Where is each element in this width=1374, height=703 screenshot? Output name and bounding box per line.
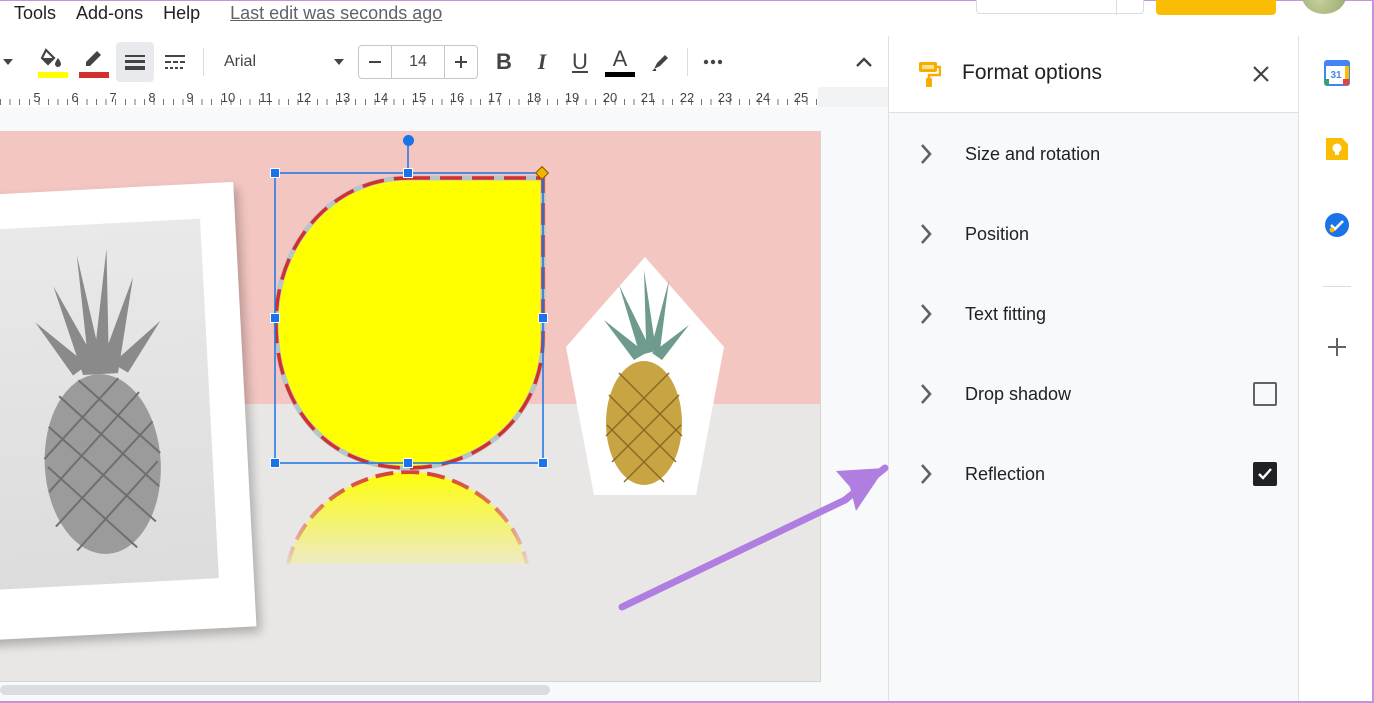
- caret-down-icon: [3, 59, 13, 65]
- highlight-color-button[interactable]: [646, 38, 676, 86]
- ruler-label: 24: [755, 90, 771, 105]
- minus-icon: [369, 61, 381, 63]
- line-dash-icon: [165, 55, 185, 69]
- font-size-stepper: 14: [358, 45, 478, 79]
- font-name: Arial: [224, 53, 257, 70]
- toolbar-overflow-left-caret[interactable]: [0, 38, 16, 86]
- text-color-button[interactable]: A: [603, 38, 637, 86]
- ruler-ticks: [0, 99, 818, 105]
- menu-add-ons[interactable]: Add-ons: [76, 3, 143, 24]
- close-icon: [1253, 66, 1269, 82]
- ruler-label: 17: [487, 90, 503, 105]
- menu-tools[interactable]: Tools: [14, 3, 56, 24]
- chevron-right-icon: [921, 144, 932, 164]
- paint-roller-icon: [919, 62, 941, 87]
- collapse-toolbar-button[interactable]: [850, 38, 878, 86]
- section-label: Drop shadow: [965, 383, 1072, 404]
- ruler-label: 8: [148, 90, 156, 105]
- border-dash-button[interactable]: [158, 38, 192, 86]
- chevron-right-icon: [921, 384, 932, 404]
- section-text-fitting[interactable]: Text fitting: [889, 284, 1299, 344]
- border-color-button[interactable]: [77, 38, 111, 86]
- section-label: Reflection: [965, 463, 1046, 484]
- line-weight-icon: [125, 55, 145, 70]
- ruler-label: 21: [640, 90, 656, 105]
- font-size-input[interactable]: 14: [391, 46, 445, 78]
- font-select[interactable]: Arial: [214, 46, 352, 78]
- format-options-panel: Format options Size and rotation Positio…: [888, 36, 1299, 703]
- toolbar-divider: [687, 48, 688, 76]
- text-color-swatch: [605, 71, 635, 77]
- section-position[interactable]: Position: [889, 204, 1299, 264]
- drop-shadow-checkbox[interactable]: [1253, 382, 1277, 406]
- fill-color-button[interactable]: [36, 38, 70, 86]
- present-button[interactable]: [976, 0, 1144, 15]
- ruler-label: 16: [449, 90, 465, 105]
- ruler-label: 25: [793, 90, 809, 105]
- section-label: Position: [965, 223, 1030, 244]
- checkmark-icon: [1258, 468, 1272, 480]
- toolbar-divider: [203, 48, 204, 76]
- reflection-checkbox[interactable]: [1253, 462, 1277, 486]
- share-button[interactable]: [1156, 0, 1276, 15]
- horizontal-scrollbar[interactable]: [0, 685, 550, 695]
- panel-title: Format options: [962, 61, 1103, 84]
- side-panel-rail: 31: [1298, 36, 1374, 703]
- section-drop-shadow[interactable]: Drop shadow: [889, 364, 1299, 424]
- toolbar: Arial 14 B I U A: [0, 38, 888, 86]
- annotation-arrow: [618, 464, 889, 611]
- section-size-and-rotation[interactable]: Size and rotation: [889, 124, 1299, 184]
- panel-header: Format options: [889, 36, 1299, 113]
- horizontal-ruler[interactable]: 5 6 7 8 9 10 11 12 13 14 15 16 17 18 19 …: [0, 87, 888, 107]
- ruler-label: 19: [564, 90, 580, 105]
- add-icon[interactable]: [1324, 334, 1350, 360]
- ruler-label: 11: [259, 90, 273, 105]
- section-label: Text fitting: [965, 303, 1047, 324]
- more-options-button[interactable]: [698, 38, 728, 86]
- menu-help[interactable]: Help: [163, 3, 200, 24]
- calendar-day: 31: [1330, 70, 1342, 81]
- section-reflection[interactable]: Reflection: [889, 444, 1299, 504]
- ruler-track: 5 6 7 8 9 10 11 12 13 14 15 16 17 18 19 …: [0, 87, 818, 107]
- keep-icon[interactable]: [1324, 136, 1350, 162]
- rail-divider: [1323, 286, 1351, 287]
- account-avatar[interactable]: [1302, 0, 1346, 14]
- ruler-label: 9: [186, 90, 194, 105]
- chevron-right-icon: [921, 464, 932, 484]
- ruler-label: 10: [220, 90, 236, 105]
- close-panel-button[interactable]: [1249, 62, 1273, 86]
- ruler-label: 13: [335, 90, 351, 105]
- chevron-down-icon: [334, 59, 344, 65]
- calendar-icon[interactable]: 31: [1324, 60, 1350, 86]
- chevron-right-icon: [921, 224, 932, 244]
- section-label: Size and rotation: [965, 143, 1101, 164]
- decrease-font-size-button[interactable]: [359, 46, 391, 78]
- text-color-letter: A: [612, 45, 628, 71]
- border-weight-button[interactable]: [116, 42, 154, 82]
- bold-button[interactable]: B: [490, 38, 518, 86]
- more-horizontal-icon: [703, 59, 723, 65]
- ruler-label: 6: [71, 90, 79, 105]
- ruler-label: 20: [602, 90, 618, 105]
- paint-bucket-icon: [38, 48, 68, 78]
- last-edit-link[interactable]: Last edit was seconds ago: [230, 3, 442, 24]
- ruler-label: 14: [373, 90, 389, 105]
- ruler-label: 23: [717, 90, 733, 105]
- ruler-label: 15: [411, 90, 427, 105]
- underline-button[interactable]: U: [566, 38, 594, 86]
- plus-icon: [455, 56, 467, 68]
- ruler-label: 5: [33, 90, 41, 105]
- increase-font-size-button[interactable]: [445, 46, 477, 78]
- tasks-icon[interactable]: [1324, 212, 1350, 238]
- menu-bar: Tools Add-ons Help Last edit was seconds…: [0, 0, 888, 26]
- highlighter-icon: [652, 55, 668, 71]
- pencil-icon: [79, 51, 109, 78]
- ruler-label: 18: [526, 90, 542, 105]
- ruler-label: 22: [679, 90, 695, 105]
- chevron-right-icon: [921, 304, 932, 324]
- ruler-label: 12: [296, 90, 312, 105]
- italic-button[interactable]: I: [528, 38, 556, 86]
- chevron-up-icon: [856, 57, 872, 67]
- ruler-label: 7: [109, 90, 117, 105]
